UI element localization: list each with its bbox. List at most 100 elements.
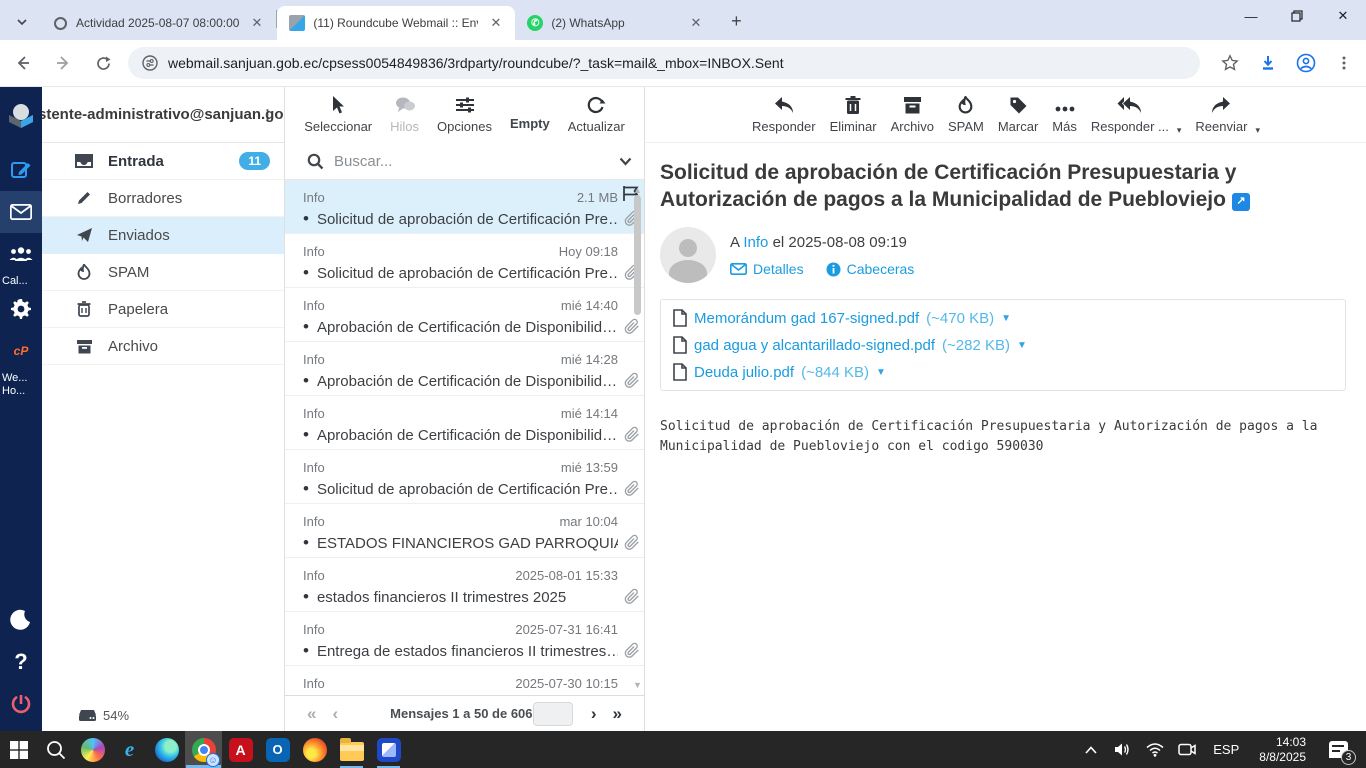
prev-page-button[interactable]: ‹ — [324, 704, 346, 724]
more-button[interactable]: Más — [1052, 94, 1077, 134]
profile-button[interactable] — [1290, 47, 1322, 79]
tab-roundcube-active[interactable]: (11) Roundcube Webmail :: Envi ✕ — [277, 6, 516, 40]
open-in-new-window-icon[interactable]: ↗ — [1231, 192, 1250, 211]
next-page-button[interactable]: › — [583, 704, 605, 724]
message-row[interactable]: Info mié 14:14 • Aprobación de Certificaci… — [285, 396, 644, 450]
notification-center-button[interactable]: 3 — [1318, 731, 1358, 768]
tab-close-icon[interactable]: ✕ — [247, 13, 266, 33]
delete-button[interactable]: Eliminar — [830, 94, 877, 134]
account-menu-icon[interactable]: ⋮ — [261, 107, 274, 123]
tab-close-icon[interactable]: ✕ — [486, 13, 505, 33]
browser-menu-button[interactable] — [1328, 47, 1360, 79]
taskbar-firefox-button[interactable] — [296, 731, 333, 768]
folder-entrada[interactable]: Entrada 11 — [42, 143, 284, 180]
taskbar-outlook-button[interactable]: O — [259, 731, 296, 768]
message-row[interactable]: Info mié 14:28 • Aprobación de Certificaci… — [285, 342, 644, 396]
minimize-button[interactable]: — — [1228, 0, 1274, 32]
attachment-item[interactable]: Deuda julio.pdf (~844 KB) ▼ — [673, 363, 1333, 381]
language-indicator[interactable]: ESP — [1205, 742, 1247, 757]
attachment-menu-icon[interactable]: ▼ — [1017, 340, 1027, 351]
rail-darkmode-button[interactable] — [0, 599, 42, 641]
back-button[interactable] — [6, 46, 40, 80]
taskbar-explorer-button[interactable] — [333, 731, 370, 768]
message-row[interactable]: Info mié 14:40 • Aprobación de Certificaci… — [285, 288, 644, 342]
archive-button[interactable]: Archivo — [891, 94, 934, 134]
options-button[interactable]: Opciones — [437, 94, 492, 134]
empty-button[interactable]: Empty — [510, 94, 550, 131]
taskbar-scanner-button[interactable] — [370, 731, 407, 768]
taskbar-acrobat-button[interactable]: A — [222, 731, 259, 768]
folder-archivo[interactable]: Archivo — [42, 328, 284, 365]
scroll-up-icon[interactable]: ▲ — [633, 185, 642, 195]
new-tab-button[interactable]: + — [723, 8, 749, 34]
volume-icon[interactable] — [1109, 731, 1137, 768]
forward-button[interactable]: Reenviar — [1195, 94, 1247, 134]
scroll-down-icon[interactable]: ▼ — [633, 680, 642, 690]
account-bar[interactable]: stente-administrativo@sanjuan.gob.ec ⋮ — [42, 87, 284, 143]
details-link[interactable]: Detalles — [730, 261, 804, 277]
recipient-link[interactable]: Info — [743, 234, 768, 251]
last-page-button[interactable]: » — [605, 704, 630, 724]
taskbar-copilot-button[interactable] — [74, 731, 111, 768]
spam-button[interactable]: SPAM — [948, 94, 984, 134]
attachment-menu-icon[interactable]: ▼ — [1001, 313, 1011, 324]
taskbar-chrome-button[interactable]: ☺ — [185, 731, 222, 768]
first-page-button[interactable]: « — [299, 704, 324, 724]
forward-button[interactable] — [46, 46, 80, 80]
folder-enviados-selected[interactable]: Enviados — [42, 217, 284, 254]
refresh-button[interactable]: Actualizar — [568, 94, 625, 134]
attachment-menu-icon[interactable]: ▼ — [876, 367, 886, 378]
bookmark-star-button[interactable] — [1214, 47, 1246, 79]
rail-compose-button[interactable] — [0, 149, 42, 191]
message-row[interactable]: Info 2025-07-30 10:15 — [285, 666, 644, 695]
rail-cpanel-logo[interactable]: cP — [0, 330, 42, 372]
message-row[interactable]: Info Hoy 09:18 • Solicitud de aprobación d… — [285, 234, 644, 288]
clock[interactable]: 14:03 8/8/2025 — [1251, 735, 1314, 765]
close-window-button[interactable]: ✕ — [1320, 0, 1366, 32]
site-settings-icon[interactable] — [142, 55, 158, 71]
url-bar[interactable]: webmail.sanjuan.gob.ec/cpsess0054849836/… — [128, 47, 1200, 79]
taskbar-ie-button[interactable]: e — [111, 731, 148, 768]
headers-link[interactable]: Cabeceras — [826, 261, 914, 277]
select-button[interactable]: Seleccionar — [304, 94, 372, 134]
downloads-button[interactable] — [1252, 47, 1284, 79]
attachment-item[interactable]: Memorándum gad 167-signed.pdf (~470 KB) … — [673, 309, 1011, 327]
taskbar-search-button[interactable] — [37, 731, 74, 768]
message-row[interactable]: Info 2025-07-31 16:41 • Entrega de estados… — [285, 612, 644, 666]
message-row-selected[interactable]: Info 2.1 MB • Solicitud de aprobación de C… — [285, 180, 644, 234]
message-row[interactable]: Info mié 13:59 • Solicitud de aprobación d… — [285, 450, 644, 504]
search-input[interactable] — [334, 152, 609, 170]
tab-actividad[interactable]: Actividad 2025-08-07 08:00:00 ✕ — [40, 6, 276, 40]
reload-button[interactable] — [86, 46, 120, 80]
reply-all-caret-icon[interactable]: ▾ — [1177, 125, 1182, 136]
list-scrollbar[interactable]: ▲ ▼ — [633, 185, 643, 690]
rail-settings-button[interactable] — [0, 288, 42, 330]
rail-logout-button[interactable] — [0, 683, 42, 725]
restore-button[interactable] — [1274, 0, 1320, 32]
rail-contacts-button[interactable] — [0, 233, 42, 275]
tab-whatsapp[interactable]: ✆ (2) WhatsApp ✕ — [515, 6, 715, 40]
meet-now-icon[interactable] — [1173, 731, 1201, 768]
threads-button[interactable]: Hilos — [390, 94, 419, 134]
wifi-icon[interactable] — [1141, 731, 1169, 768]
forward-caret-icon[interactable]: ▾ — [1255, 125, 1260, 136]
tab-close-icon[interactable]: ✕ — [686, 13, 705, 33]
rail-calendar-label[interactable]: Cal... — [0, 275, 42, 288]
scrollbar-thumb[interactable] — [634, 195, 641, 315]
folder-borradores[interactable]: Borradores — [42, 180, 284, 217]
start-button[interactable] — [0, 731, 37, 768]
folder-spam[interactable]: SPAM — [42, 254, 284, 291]
attachment-item[interactable]: gad agua y alcantarillado-signed.pdf (~2… — [673, 336, 1027, 354]
rail-webmail-home-label[interactable]: We... Ho... — [0, 372, 42, 398]
mark-button[interactable]: Marcar — [998, 94, 1038, 134]
page-number-input[interactable] — [532, 701, 573, 726]
reply-button[interactable]: Responder — [752, 94, 816, 134]
rail-mail-button[interactable] — [0, 191, 42, 233]
tab-search-button[interactable] — [8, 8, 36, 36]
search-scope-chevron-icon[interactable] — [619, 157, 632, 166]
rail-help-button[interactable]: ? — [0, 641, 42, 683]
folder-papelera[interactable]: Papelera — [42, 291, 284, 328]
message-row[interactable]: Info 2025-08-01 15:33 • estados financiero… — [285, 558, 644, 612]
tray-expand-button[interactable] — [1077, 731, 1105, 768]
message-row[interactable]: Info mar 10:04 • ESTADOS FINANCIEROS GAD P… — [285, 504, 644, 558]
